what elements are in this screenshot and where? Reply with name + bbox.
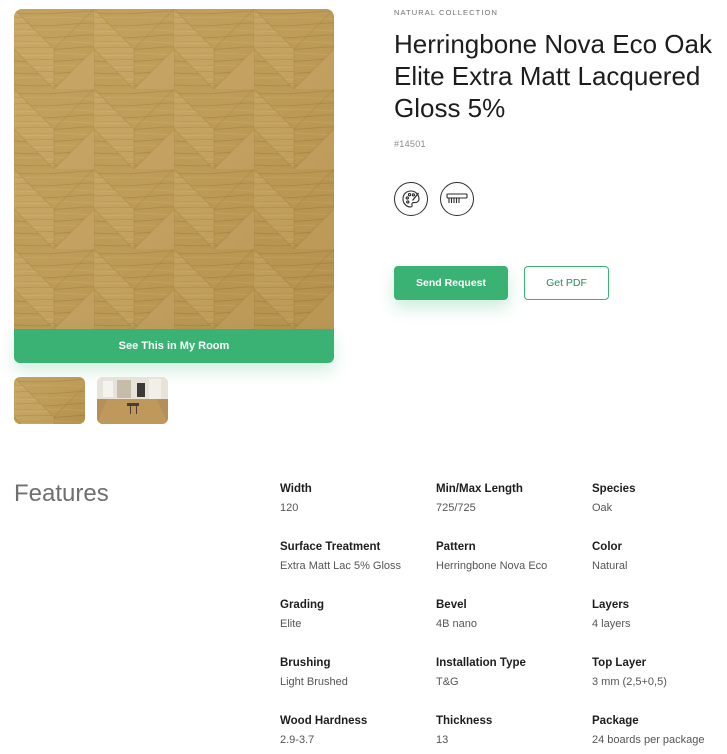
- thumbnail-oak-swatch[interactable]: [14, 377, 85, 424]
- feature-label: Bevel: [436, 599, 467, 611]
- see-in-my-room-button[interactable]: See This in My Room: [14, 329, 334, 363]
- feature-value: Natural: [592, 560, 628, 572]
- feature-label: Min/Max Length: [436, 483, 523, 495]
- get-pdf-button[interactable]: Get PDF: [524, 266, 609, 300]
- palette-icon[interactable]: [394, 182, 428, 216]
- feature-label: Layers: [592, 599, 630, 611]
- feature-label: Installation Type: [436, 657, 526, 669]
- feature-label: Species: [592, 483, 636, 495]
- feature-value: 4B nano: [436, 618, 477, 630]
- thumbnail-room-photo[interactable]: [97, 377, 168, 424]
- feature-label: Pattern: [436, 541, 476, 553]
- feature-value: 24 boards per package: [592, 734, 705, 746]
- feature-value: 3 mm (2,5+0,5): [592, 676, 667, 688]
- feature-label: Grading: [280, 599, 325, 611]
- comb-icon[interactable]: [440, 182, 474, 216]
- feature-color: Color Natural: [592, 540, 727, 573]
- feature-top-layer: Top Layer 3 mm (2,5+0,5): [592, 656, 727, 689]
- feature-label: Brushing: [280, 657, 331, 669]
- collection-label: NATURAL COLLECTION: [394, 8, 498, 17]
- feature-label: Wood Hardness: [280, 715, 368, 727]
- product-title: Herringbone Nova Eco Oak Elite Extra Mat…: [394, 29, 712, 123]
- feature-value: 725/725: [436, 502, 476, 514]
- feature-min-max-length: Min/Max Length 725/725: [436, 482, 586, 515]
- feature-label: Width: [280, 483, 312, 495]
- feature-value: Extra Matt Lac 5% Gloss: [280, 560, 402, 572]
- product-sku: #14501: [394, 139, 426, 149]
- feature-installation-type: Installation Type T&G: [436, 656, 586, 689]
- feature-grading: Grading Elite: [280, 598, 430, 631]
- feature-width: Width 120: [280, 482, 430, 515]
- feature-value: 13: [436, 734, 449, 746]
- feature-value: 2.9-3.7: [280, 734, 315, 746]
- feature-label: Surface Treatment: [280, 541, 381, 553]
- feature-package: Package 24 boards per package: [592, 714, 727, 747]
- feature-label: Color: [592, 541, 623, 553]
- feature-label: Thickness: [436, 715, 493, 727]
- feature-layers: Layers 4 layers: [592, 598, 727, 631]
- feature-species: Species Oak: [592, 482, 727, 515]
- feature-value: Oak: [592, 502, 613, 514]
- feature-surface-treatment: Surface Treatment Extra Matt Lac 5% Glos…: [280, 540, 430, 573]
- product-main-image[interactable]: [14, 9, 334, 329]
- feature-value: Herringbone Nova Eco: [436, 560, 548, 572]
- feature-brushing: Brushing Light Brushed: [280, 656, 430, 689]
- feature-thickness: Thickness 13: [436, 714, 586, 747]
- feature-label: Top Layer: [592, 657, 647, 669]
- feature-value: Elite: [280, 618, 302, 630]
- feature-wood-hardness: Wood Hardness 2.9-3.7: [280, 714, 430, 747]
- feature-pattern: Pattern Herringbone Nova Eco: [436, 540, 586, 573]
- feature-label: Package: [592, 715, 639, 727]
- features-heading: Features: [14, 480, 109, 507]
- feature-value: T&G: [436, 676, 459, 688]
- feature-value: 120: [280, 502, 299, 514]
- send-request-button[interactable]: Send Request: [394, 266, 508, 300]
- feature-bevel: Bevel 4B nano: [436, 598, 586, 631]
- feature-value: Light Brushed: [280, 676, 348, 688]
- feature-value: 4 layers: [592, 618, 631, 630]
